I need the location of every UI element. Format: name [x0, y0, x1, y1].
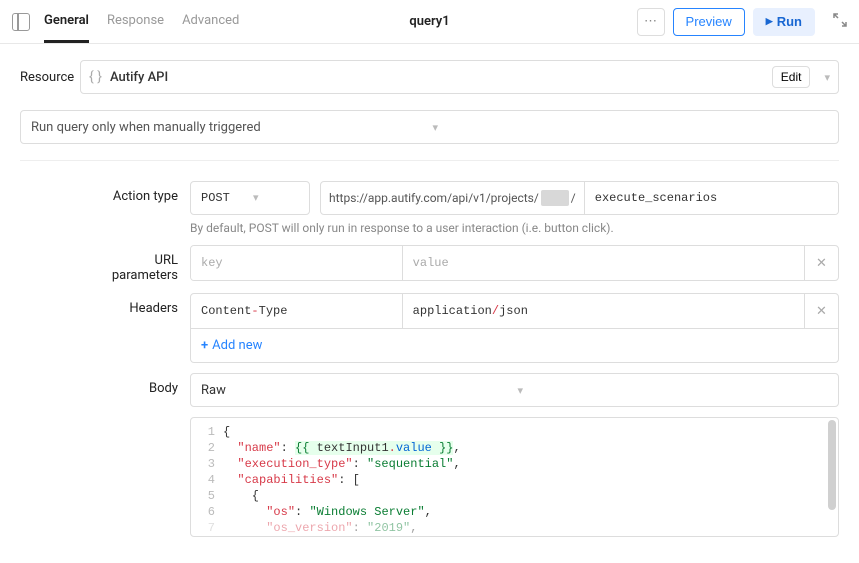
scrollbar[interactable]	[828, 420, 836, 510]
chevron-down-icon: ▾	[824, 71, 830, 84]
url-params-label: URL parameters	[90, 245, 190, 283]
url-param-value-input[interactable]	[403, 246, 804, 280]
url-param-key-input[interactable]	[191, 246, 403, 280]
resource-name: Autify API	[110, 70, 764, 85]
http-method-select[interactable]: POST ▾	[190, 181, 310, 215]
tab-general[interactable]: General	[44, 1, 89, 43]
body-type-select[interactable]: Raw ▾	[190, 373, 839, 407]
run-button[interactable]: ▶Run	[753, 8, 815, 36]
masked-project-id	[541, 190, 569, 206]
chevron-down-icon: ▾	[433, 121, 829, 134]
more-button[interactable]: ⋯	[637, 8, 665, 36]
trigger-mode-select[interactable]: Run query only when manually triggered ▾	[20, 110, 839, 144]
url-base: https://app.autify.com/api/v1/projects//	[321, 182, 584, 214]
expand-icon[interactable]	[833, 13, 847, 31]
body-label: Body	[90, 373, 190, 396]
edit-resource-button[interactable]: Edit	[772, 66, 811, 88]
body-code-editor[interactable]: 1{ 2 "name": {{ textInput1.value }}, 3 "…	[190, 417, 839, 537]
api-icon: { }	[89, 69, 102, 85]
chevron-down-icon: ▾	[518, 384, 829, 397]
header-value-input[interactable]: application/json	[403, 294, 804, 328]
play-icon: ▶	[766, 16, 773, 27]
delete-param-button[interactable]: ✕	[804, 246, 838, 280]
resource-label: Resource	[20, 70, 80, 85]
delete-header-button[interactable]: ✕	[804, 294, 838, 328]
tab-advanced[interactable]: Advanced	[182, 1, 239, 42]
preview-button[interactable]: Preview	[673, 8, 745, 36]
sidebar-toggle-icon[interactable]	[12, 13, 30, 31]
action-type-label: Action type	[90, 181, 190, 204]
url-path-input[interactable]	[584, 182, 838, 214]
header-key-input[interactable]: Content-Type	[191, 294, 403, 328]
query-name[interactable]: query1	[409, 14, 449, 29]
resource-select[interactable]: { } Autify API Edit ▾	[80, 60, 839, 94]
add-header-button[interactable]: +Add new	[190, 329, 839, 363]
action-hint: By default, POST will only run in respon…	[190, 221, 839, 235]
tab-response[interactable]: Response	[107, 1, 164, 42]
chevron-down-icon: ▾	[253, 191, 299, 205]
headers-label: Headers	[90, 293, 190, 316]
